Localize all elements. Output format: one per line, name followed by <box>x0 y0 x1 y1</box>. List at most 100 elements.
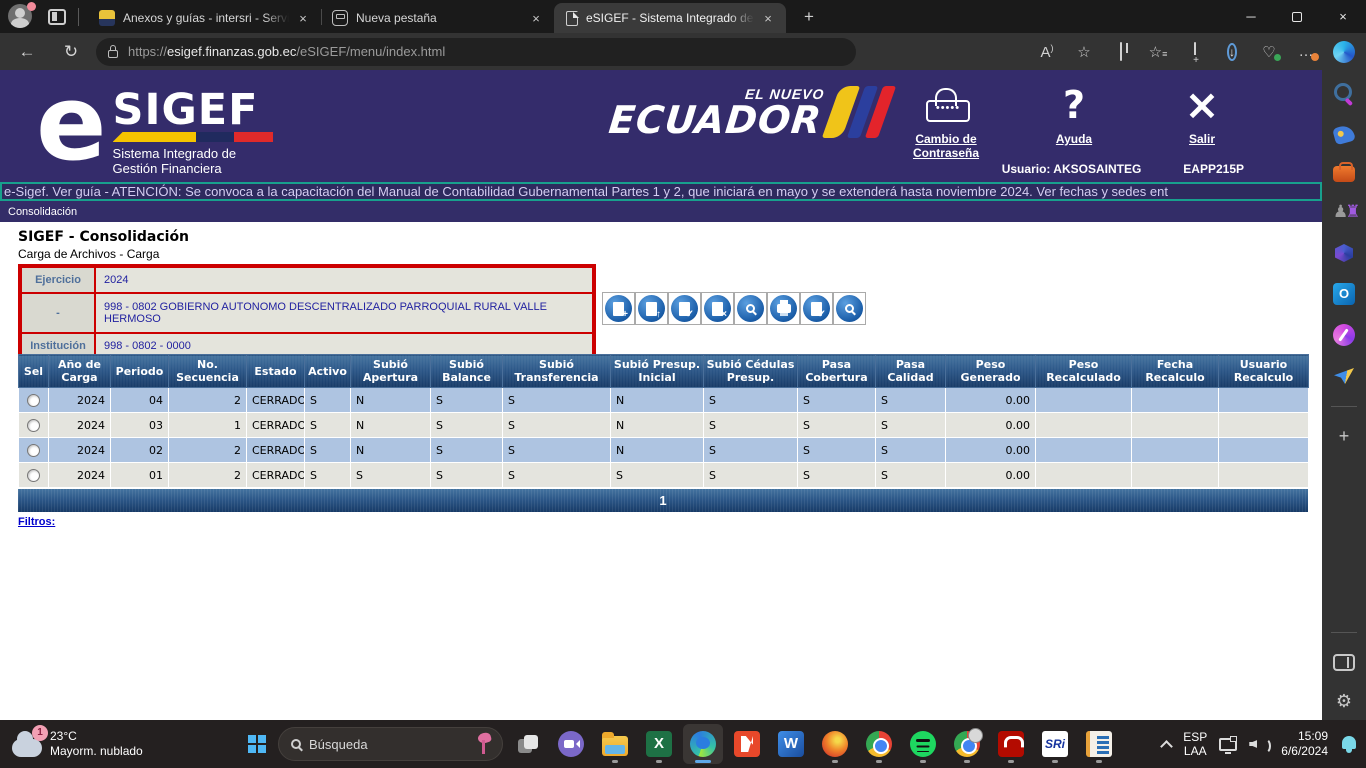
start-button[interactable] <box>240 727 274 761</box>
menu-item-consolidacion[interactable]: Consolidación <box>8 206 77 218</box>
back-button[interactable]: ← <box>12 42 42 62</box>
change-password-button[interactable]: Cambio de Contraseña <box>901 82 991 160</box>
browser-tab-1[interactable]: Anexos y guías - intersri - Servici × <box>89 3 321 33</box>
refresh-button[interactable]: ↻ <box>56 42 86 62</box>
page-subtitle: Carga de Archivos - Carga <box>18 247 160 261</box>
split-screen-icon[interactable] <box>1111 42 1131 61</box>
chrome-taskbar-icon[interactable] <box>859 724 899 764</box>
browser-tab-2[interactable]: Nueva pestaña × <box>322 3 554 33</box>
filters-link[interactable]: Filtros: <box>18 516 55 528</box>
toolbox-icon[interactable] <box>1333 162 1355 182</box>
help-button[interactable]: ? Ayuda <box>1029 82 1119 160</box>
add-icon[interactable]: + <box>1333 426 1355 448</box>
print-button[interactable] <box>767 292 800 325</box>
search-query-button[interactable] <box>833 292 866 325</box>
close-button[interactable]: × <box>1320 0 1366 33</box>
row-radio-button[interactable] <box>27 443 40 457</box>
sidebar-toggle-icon[interactable] <box>1333 654 1355 671</box>
settings-icon[interactable]: ⚙ <box>1333 690 1355 712</box>
sri-favicon-icon <box>99 10 115 26</box>
acrobat-taskbar-icon[interactable] <box>991 724 1031 764</box>
cell: N <box>350 387 431 413</box>
shopping-icon[interactable] <box>1332 123 1356 146</box>
read-aloud-icon[interactable]: A) <box>1037 43 1057 61</box>
change-password-label: Cambio de Contraseña <box>912 132 980 160</box>
browser-essentials-icon[interactable]: ♡ <box>1259 43 1281 61</box>
exit-icon: × <box>1184 82 1219 128</box>
validate-document-button[interactable]: ✓ <box>668 292 701 325</box>
firefox-taskbar-icon[interactable] <box>815 724 855 764</box>
browser-profile-button[interactable] <box>8 1 36 30</box>
page-number[interactable]: 1 <box>659 493 666 508</box>
row-radio-button[interactable] <box>27 418 40 432</box>
tray-overflow-chevron-icon[interactable] <box>1160 739 1174 753</box>
nitro-pdf-taskbar-icon[interactable] <box>727 724 767 764</box>
form-row-value[interactable]: 998 - 0802 GOBIERNO AUTONOMO DESCENTRALI… <box>96 294 592 332</box>
outlook-icon[interactable] <box>1333 283 1355 305</box>
new-tab-button[interactable]: + <box>796 4 822 30</box>
more-options-icon[interactable]: … <box>1296 43 1319 61</box>
games-icon[interactable]: ♟♜ <box>1333 201 1361 223</box>
column-header: Sel <box>18 354 49 388</box>
edge-taskbar-icon[interactable] <box>683 724 723 764</box>
workspaces-icon[interactable] <box>48 8 66 25</box>
tab-close-icon[interactable]: × <box>760 10 776 26</box>
site-security-lock-icon[interactable] <box>108 44 118 58</box>
cell: N <box>350 412 431 438</box>
clock[interactable]: 15:09 6/6/2024 <box>1281 729 1328 759</box>
chrome-profile-taskbar-icon[interactable] <box>947 724 987 764</box>
taskbar-search[interactable]: Búsqueda <box>278 727 503 761</box>
column-header: Subió Apertura <box>350 354 431 388</box>
network-icon[interactable] <box>1219 735 1238 754</box>
address-bar[interactable]: https://esigef.finanzas.gob.ec/eSIGEF/me… <box>96 37 856 66</box>
word-taskbar-icon[interactable] <box>771 724 811 764</box>
preview-document-button[interactable] <box>734 292 767 325</box>
row-radio-button[interactable] <box>27 393 40 407</box>
notepad-taskbar-icon[interactable] <box>1079 724 1119 764</box>
weather-widget[interactable]: 1 23°C Mayorm. nublado <box>12 725 143 759</box>
cell: S <box>350 462 431 488</box>
browser-tab-3[interactable]: eSIGEF - Sistema Integrado de G × <box>554 3 786 33</box>
restore-icon <box>1292 11 1302 22</box>
language-indicator[interactable]: ESP LAA <box>1183 730 1207 758</box>
sri-app-taskbar-icon[interactable] <box>1035 724 1075 764</box>
header-user-row: Usuario: AKSOSAINTEG EAPP215P <box>1002 162 1244 176</box>
weather-condition: Mayorm. nublado <box>50 744 143 758</box>
widget-notification-badge: 1 <box>32 725 48 741</box>
minimize-button[interactable]: ─ <box>1228 0 1274 33</box>
toolbar-actions: A) ☆ ☆≡ ↓ ♡ … <box>1037 42 1319 61</box>
pagination-bar: 1 <box>18 489 1308 512</box>
downloads-icon[interactable]: ↓ <box>1222 43 1242 61</box>
designer-icon[interactable] <box>1333 324 1355 346</box>
app-content: SIGEF - Consolidación Carga de Archivos … <box>0 222 1322 720</box>
new-document-button[interactable]: + <box>602 292 635 325</box>
notification-bell-icon[interactable] <box>1340 735 1358 753</box>
favorite-star-icon[interactable]: ☆ <box>1074 43 1094 61</box>
copilot-icon[interactable] <box>1333 41 1355 63</box>
row-radio-button[interactable] <box>27 468 40 482</box>
upload-file-button[interactable]: ↑ <box>635 292 668 325</box>
restore-button[interactable] <box>1274 0 1320 33</box>
collections-icon[interactable] <box>1185 42 1205 61</box>
volume-icon[interactable] <box>1249 736 1272 754</box>
m365-icon[interactable] <box>1333 242 1355 264</box>
form-row-value[interactable]: 2024 <box>96 268 592 292</box>
delete-file-button[interactable]: × <box>701 292 734 325</box>
search-icon[interactable] <box>1333 82 1355 104</box>
cell <box>1218 387 1309 413</box>
excel-taskbar-icon[interactable] <box>639 724 679 764</box>
chat-taskbar-icon[interactable] <box>551 724 591 764</box>
favorites-bar-icon[interactable]: ☆≡ <box>1148 43 1168 61</box>
task-view-taskbar-icon[interactable] <box>507 724 547 764</box>
spotify-taskbar-icon[interactable] <box>903 724 943 764</box>
tab-close-icon[interactable]: × <box>295 10 311 26</box>
spotify-glyph <box>910 731 936 757</box>
file-explorer-taskbar-icon[interactable] <box>595 724 635 764</box>
cell: 2 <box>168 462 247 488</box>
document-shape: ✓ <box>811 301 826 320</box>
drop-icon[interactable] <box>1333 365 1355 387</box>
tab-close-icon[interactable]: × <box>528 10 544 26</box>
approve-document-button[interactable]: ✓ <box>800 292 833 325</box>
exit-button[interactable]: × Salir <box>1157 82 1247 160</box>
chrome-profile-glyph <box>954 728 983 757</box>
